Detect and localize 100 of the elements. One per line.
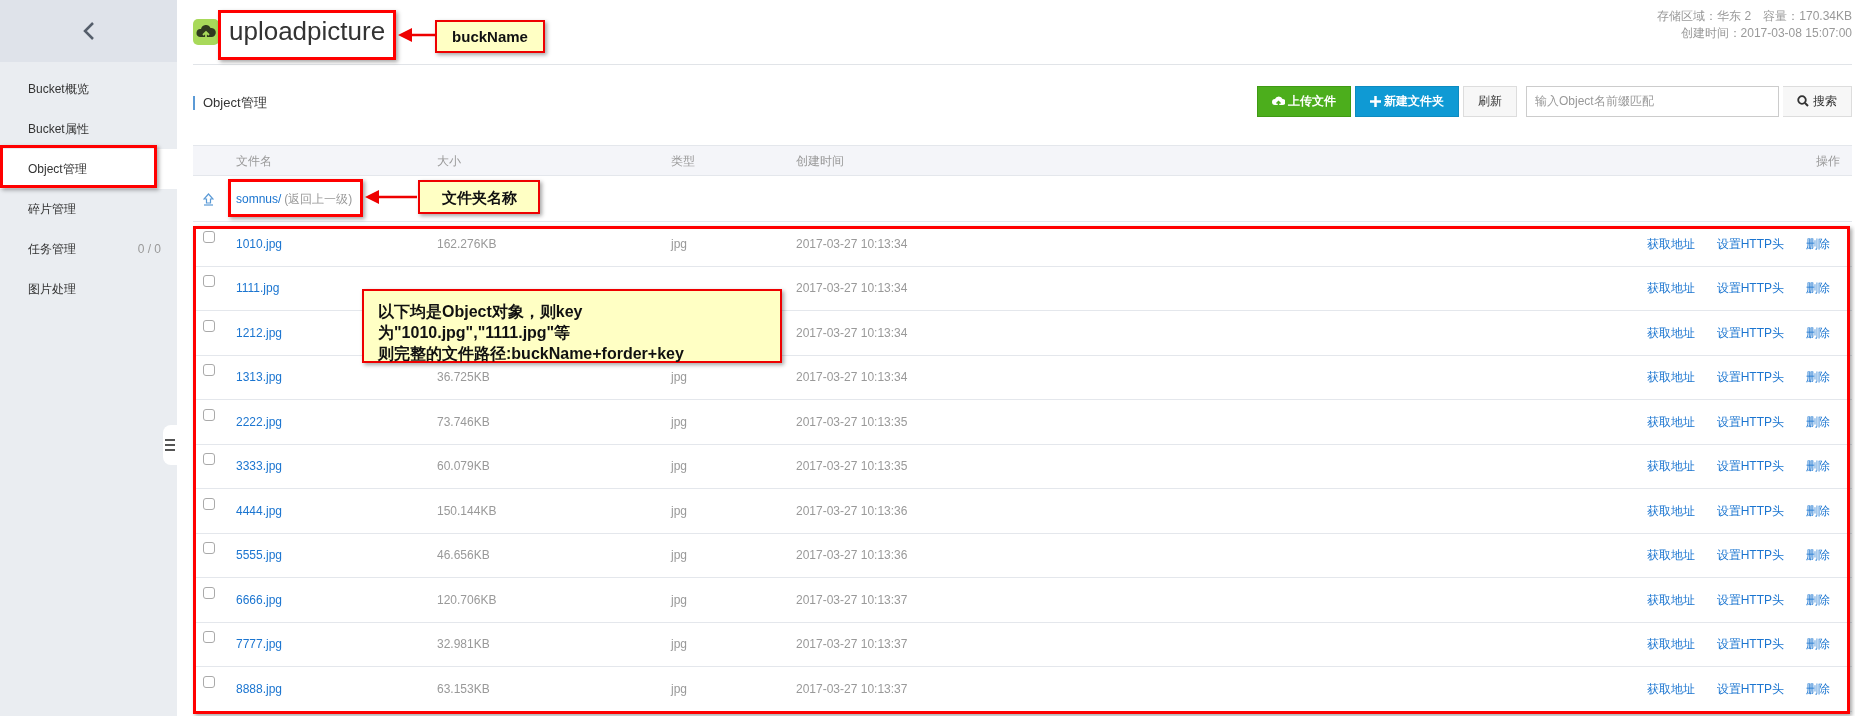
refresh-button[interactable]: 刷新	[1463, 85, 1517, 117]
file-link[interactable]: 5555.jpg	[236, 548, 283, 563]
delete-link[interactable]: 删除	[1806, 368, 1830, 387]
file-type: jpg	[671, 459, 687, 474]
column-header: 大小	[437, 153, 461, 168]
meta-text: 存储区域：华东 2	[1657, 9, 1752, 23]
sidebar-item[interactable]: 图片处理	[0, 269, 177, 309]
file-link[interactable]: 1212.jpg	[236, 325, 283, 340]
delete-link[interactable]: 删除	[1806, 412, 1830, 431]
new-folder-button[interactable]: 新建文件夹	[1355, 85, 1459, 117]
sidebar-item[interactable]: 任务管理 0 / 0	[0, 229, 177, 269]
delete-link[interactable]: 删除	[1806, 546, 1830, 565]
file-link[interactable]: 8888.jpg	[236, 681, 283, 696]
file-size: 60.079KB	[437, 459, 490, 474]
http-header-link[interactable]: 设置HTTP头	[1716, 546, 1784, 565]
file-link[interactable]: 1111.jpg	[236, 281, 280, 296]
row-checkbox[interactable]	[203, 497, 215, 510]
created-time: 2017-03-27 10:13:37	[796, 592, 908, 607]
file-link[interactable]: 6666.jpg	[236, 592, 283, 607]
row-checkbox[interactable]	[203, 408, 215, 421]
callout-note: buckName	[435, 20, 545, 53]
file-type: jpg	[671, 236, 687, 251]
row-checkbox[interactable]	[203, 675, 215, 688]
row-checkbox[interactable]	[203, 542, 215, 555]
file-link[interactable]: 1313.jpg	[236, 370, 283, 385]
http-header-link[interactable]: 设置HTTP头	[1716, 412, 1784, 431]
task-count: 0 / 0	[137, 241, 161, 258]
file-link[interactable]: 3333.jpg	[236, 459, 283, 474]
delete-link[interactable]: 删除	[1806, 501, 1830, 520]
address-link[interactable]: 获取地址	[1646, 279, 1695, 298]
address-link[interactable]: 获取地址	[1646, 368, 1695, 387]
file-type: jpg	[671, 681, 687, 696]
sidebar-item[interactable]: Bucket概览	[0, 69, 177, 109]
delete-link[interactable]: 删除	[1806, 323, 1830, 342]
section-title: Object管理	[193, 96, 267, 110]
address-link[interactable]: 获取地址	[1646, 412, 1695, 431]
file-size: 46.656KB	[437, 548, 490, 563]
delete-link[interactable]: 删除	[1806, 679, 1830, 698]
file-link[interactable]: 4444.jpg	[236, 503, 283, 518]
file-link[interactable]: 1010.jpg	[236, 236, 283, 251]
sidebar-item[interactable]: Bucket属性	[0, 109, 177, 149]
created-time: 2017-03-27 10:13:37	[796, 637, 908, 652]
upload-button[interactable]: 上传文件	[1257, 85, 1351, 117]
row-checkbox[interactable]	[203, 586, 215, 599]
http-header-link[interactable]: 设置HTTP头	[1716, 368, 1784, 387]
back-chevron-icon[interactable]	[82, 21, 95, 41]
annotation-arrow	[365, 189, 417, 205]
file-link[interactable]: 7777.jpg	[236, 637, 283, 652]
row-checkbox[interactable]	[203, 275, 215, 288]
address-link[interactable]: 获取地址	[1646, 234, 1695, 253]
created-time: 2017-03-27 10:13:35	[796, 459, 908, 474]
row-checkbox[interactable]	[203, 631, 215, 644]
row-checkbox[interactable]	[203, 319, 215, 332]
search-icon	[1797, 95, 1809, 107]
address-link[interactable]: 获取地址	[1646, 323, 1695, 342]
delete-link[interactable]: 删除	[1806, 234, 1830, 253]
row-checkbox[interactable]	[203, 230, 215, 243]
address-link[interactable]: 获取地址	[1646, 635, 1695, 654]
http-header-link[interactable]: 设置HTTP头	[1716, 234, 1784, 253]
address-link[interactable]: 获取地址	[1646, 457, 1695, 476]
address-link[interactable]: 获取地址	[1646, 590, 1695, 609]
cloud-upload-icon	[1272, 95, 1285, 107]
search-button[interactable]: 搜索	[1783, 85, 1852, 117]
created-time: 2017-03-27 10:13:34	[796, 236, 908, 251]
folder-link[interactable]: somnus/	[236, 189, 282, 208]
http-header-link[interactable]: 设置HTTP头	[1716, 590, 1784, 609]
meta-text: 创建时间：2017-03-08 15:07:00	[1680, 26, 1852, 40]
http-header-link[interactable]: 设置HTTP头	[1716, 279, 1784, 298]
http-header-link[interactable]: 设置HTTP头	[1716, 501, 1784, 520]
delete-link[interactable]: 删除	[1806, 279, 1830, 298]
created-time: 2017-03-27 10:13:35	[796, 414, 908, 429]
plus-icon	[1370, 95, 1381, 107]
sidebar-item[interactable]: 碎片管理	[0, 189, 177, 229]
http-header-link[interactable]: 设置HTTP头	[1716, 323, 1784, 342]
sidebar-item-label: 任务管理	[28, 241, 76, 258]
row-checkbox[interactable]	[203, 364, 215, 377]
http-header-link[interactable]: 设置HTTP头	[1716, 679, 1784, 698]
file-size: 36.725KB	[437, 370, 490, 385]
created-time: 2017-03-27 10:13:34	[796, 325, 908, 340]
delete-link[interactable]: 删除	[1806, 590, 1830, 609]
column-header: 操作	[1816, 153, 1840, 168]
menu-icon[interactable]	[165, 439, 175, 451]
delete-link[interactable]: 删除	[1806, 457, 1830, 476]
http-header-link[interactable]: 设置HTTP头	[1716, 635, 1784, 654]
address-link[interactable]: 获取地址	[1646, 546, 1695, 565]
file-size: 63.153KB	[437, 681, 490, 696]
column-header: 创建时间	[796, 153, 844, 168]
created-time: 2017-03-27 10:13:37	[796, 681, 908, 696]
annotation-arrow	[398, 27, 435, 43]
file-size: 73.746KB	[437, 414, 490, 429]
delete-link[interactable]: 删除	[1806, 635, 1830, 654]
address-link[interactable]: 获取地址	[1646, 501, 1695, 520]
http-header-link[interactable]: 设置HTTP头	[1716, 457, 1784, 476]
up-arrow-icon[interactable]	[203, 192, 214, 206]
file-type: jpg	[671, 637, 687, 652]
address-link[interactable]: 获取地址	[1646, 679, 1695, 698]
file-size: 162.276KB	[437, 236, 497, 251]
file-link[interactable]: 2222.jpg	[236, 414, 283, 429]
row-checkbox[interactable]	[203, 453, 215, 466]
search-field[interactable]: 输入Object名前缀匹配	[1526, 85, 1779, 117]
